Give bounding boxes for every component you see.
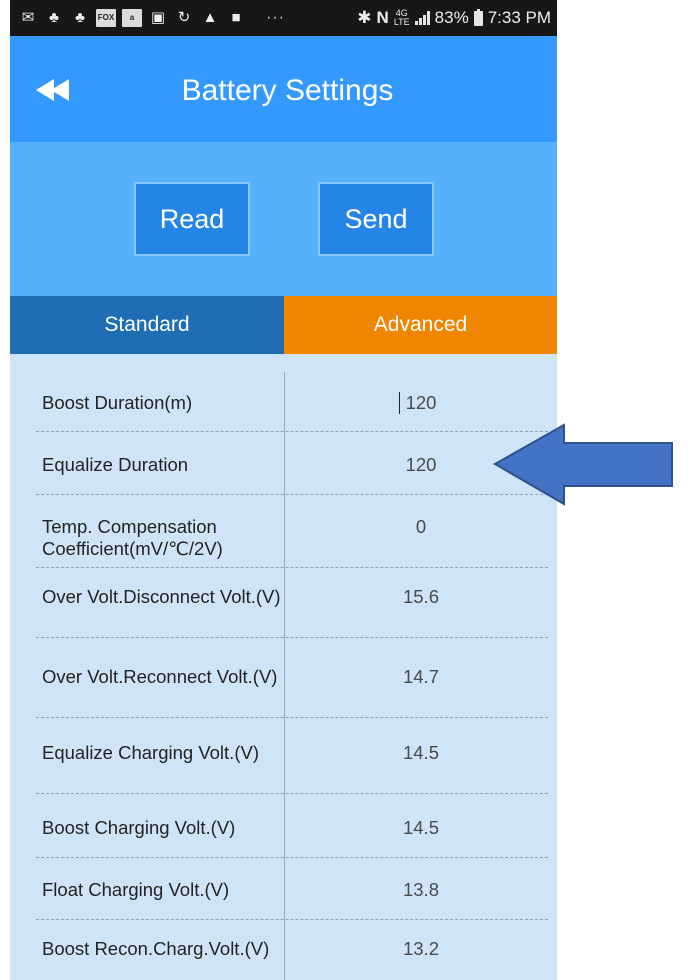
annotation-arrow-icon [492,423,673,506]
